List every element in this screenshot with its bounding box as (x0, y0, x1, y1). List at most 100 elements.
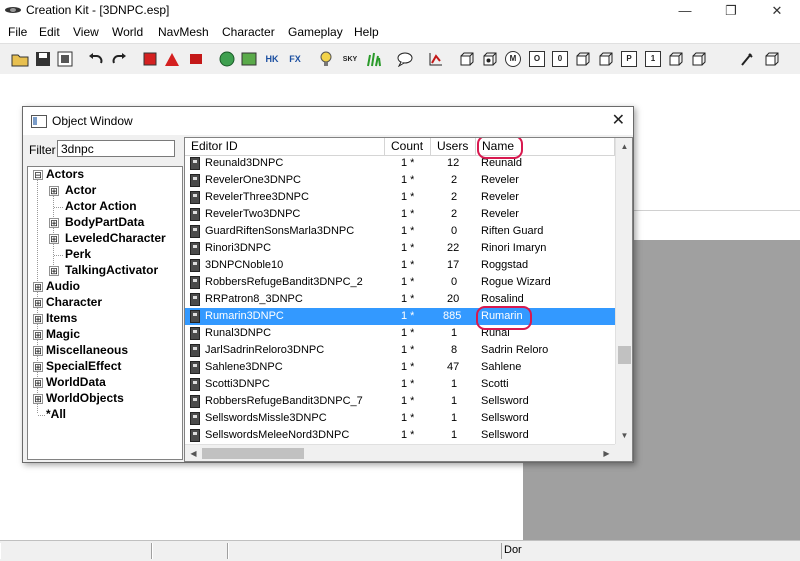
tree-item-worlddata[interactable]: ⊞ WorldData (28, 375, 178, 391)
table-row[interactable]: RevelerThree3DNPC 1 * 2 Reveler (185, 189, 615, 206)
cube-b-icon[interactable] (480, 49, 500, 69)
m-icon[interactable]: M (503, 49, 523, 69)
tree-item-worldobjects[interactable]: ⊞ WorldObjects (28, 391, 178, 407)
expand-icon[interactable]: ⊞ (49, 186, 59, 196)
cube-d-icon[interactable] (596, 49, 616, 69)
table-row[interactable]: Reunald3DNPC 1 * 12 Reunald (185, 155, 615, 172)
expand-icon[interactable]: ⊞ (33, 282, 43, 292)
open-icon[interactable] (10, 49, 30, 69)
column-users[interactable]: Users (431, 138, 476, 155)
vertical-scroll-thumb[interactable] (618, 346, 631, 364)
havok-icon[interactable]: HK (262, 49, 282, 69)
expand-icon[interactable]: ⊞ (33, 394, 43, 404)
object-window-close-button[interactable]: ✕ (612, 110, 625, 130)
category-tree[interactable]: ⊟ Actors ⊞ Actor Actor Action ⊞ BodyPart… (27, 166, 183, 460)
table-row[interactable]: Sahlene3DNPC 1 * 47 Sahlene (185, 359, 615, 376)
table-row[interactable]: RobbersRefugeBandit3DNPC_7 1 * 1 Sellswo… (185, 393, 615, 410)
sky-icon[interactable]: SKY (340, 49, 360, 69)
cube-c-icon[interactable] (573, 49, 593, 69)
menu-gameplay[interactable]: Gameplay (288, 25, 343, 39)
minimize-button[interactable]: — (662, 0, 708, 22)
render-window-icon[interactable] (140, 49, 160, 69)
globe-icon[interactable] (217, 49, 237, 69)
column-count[interactable]: Count (385, 138, 431, 155)
tree-item-miscellaneous[interactable]: ⊞ Miscellaneous (28, 343, 178, 359)
menu-help[interactable]: Help (354, 25, 379, 39)
expand-icon[interactable]: ⊞ (49, 266, 59, 276)
tree-item-actor[interactable]: ⊞ Actor (28, 183, 178, 199)
menu-character[interactable]: Character (222, 25, 275, 39)
tree-item-all[interactable]: *All (28, 407, 178, 423)
tree-item-talkingactivator[interactable]: ⊞ TalkingActivator (28, 263, 178, 279)
table-row[interactable]: Scotti3DNPC 1 * 1 Scotti (185, 376, 615, 393)
collapse-icon[interactable]: ⊟ (33, 170, 43, 180)
object-list[interactable]: Editor ID Count Users Name Reunald3DNPC … (184, 137, 633, 462)
restore-button[interactable]: ❐ (708, 0, 754, 22)
graph-icon[interactable] (426, 49, 446, 69)
table-row-selected[interactable]: Rumarin3DNPC 1 * 885 Rumarin (185, 308, 615, 325)
expand-icon[interactable]: ⊞ (33, 314, 43, 324)
table-row[interactable]: RevelerOne3DNPC 1 * 2 Reveler (185, 172, 615, 189)
cube-a-icon[interactable] (457, 49, 477, 69)
tree-item-actors[interactable]: ⊟ Actors (28, 167, 178, 183)
menu-edit[interactable]: Edit (39, 25, 60, 39)
close-button[interactable]: ✕ (754, 0, 800, 22)
vertical-scrollbar[interactable]: ▲ ▼ (615, 138, 632, 444)
expand-icon[interactable]: ⊞ (33, 298, 43, 308)
box-one-icon[interactable]: 1 (643, 49, 663, 69)
table-row[interactable]: 3DNPCNoble10 1 * 17 Roggstad (185, 257, 615, 274)
expand-icon[interactable]: ⊞ (33, 330, 43, 340)
tree-item-perk[interactable]: Perk (28, 247, 178, 263)
p-icon[interactable]: P (619, 49, 639, 69)
table-row[interactable]: JarlSadrinReloro3DNPC 1 * 8 Sadrin Relor… (185, 342, 615, 359)
box-zero-icon[interactable]: 0 (550, 49, 570, 69)
expand-icon[interactable]: ⊞ (49, 234, 59, 244)
horizontal-scrollbar[interactable]: ◀ ▶ (185, 444, 615, 461)
tree-item-audio[interactable]: ⊞ Audio (28, 279, 178, 295)
undo-icon[interactable] (86, 49, 106, 69)
render-objects-icon[interactable] (186, 49, 206, 69)
speech-bubble-icon[interactable] (395, 49, 415, 69)
tree-item-character[interactable]: ⊞ Character (28, 295, 178, 311)
expand-icon[interactable]: ⊞ (33, 362, 43, 372)
scroll-left-icon[interactable]: ◀ (185, 445, 202, 461)
tool-icon[interactable] (737, 49, 757, 69)
table-row[interactable]: SellswordsMeleeNord3DNPC 1 * 1 Sellsword (185, 427, 615, 444)
grass-icon[interactable] (364, 49, 384, 69)
scroll-down-icon[interactable]: ▼ (616, 427, 632, 444)
cube-f-icon[interactable] (689, 49, 709, 69)
tree-item-specialeffect[interactable]: ⊞ SpecialEffect (28, 359, 178, 375)
menu-file[interactable]: File (8, 25, 27, 39)
tree-item-bodypartdata[interactable]: ⊞ BodyPartData (28, 215, 178, 231)
table-row[interactable]: Rinori3DNPC 1 * 22 Rinori Imaryn (185, 240, 615, 257)
tree-item-actor-action[interactable]: Actor Action (28, 199, 178, 215)
effects-icon[interactable]: FX (285, 49, 305, 69)
scroll-up-icon[interactable]: ▲ (616, 138, 632, 155)
filter-input[interactable] (57, 140, 175, 157)
menu-view[interactable]: View (73, 25, 99, 39)
expand-icon[interactable]: ⊞ (33, 346, 43, 356)
map-icon[interactable] (239, 49, 259, 69)
lightbulb-icon[interactable] (316, 49, 336, 69)
horizontal-scroll-thumb[interactable] (202, 448, 304, 459)
redo-icon[interactable] (109, 49, 129, 69)
render-terrain-icon[interactable] (162, 49, 182, 69)
table-row[interactable]: GuardRiftenSonsMarla3DNPC 1 * 0 Riften G… (185, 223, 615, 240)
tree-item-magic[interactable]: ⊞ Magic (28, 327, 178, 343)
scroll-right-icon[interactable]: ▶ (598, 445, 615, 461)
table-row[interactable]: RobbersRefugeBandit3DNPC_2 1 * 0 Rogue W… (185, 274, 615, 291)
tree-item-leveledcharacter[interactable]: ⊞ LeveledCharacter (28, 231, 178, 247)
menu-world[interactable]: World (112, 25, 143, 39)
cube-e-icon[interactable] (666, 49, 686, 69)
expand-icon[interactable]: ⊞ (33, 378, 43, 388)
cube-g-icon[interactable] (762, 49, 782, 69)
menu-navmesh[interactable]: NavMesh (158, 25, 209, 39)
table-row[interactable]: RevelerTwo3DNPC 1 * 2 Reveler (185, 206, 615, 223)
save-all-icon[interactable] (55, 49, 75, 69)
table-row[interactable]: Runal3DNPC 1 * 1 Runal (185, 325, 615, 342)
tree-item-items[interactable]: ⊞ Items (28, 311, 178, 327)
column-editor-id[interactable]: Editor ID (185, 138, 385, 155)
object-window-titlebar[interactable]: Object Window ✕ (23, 107, 633, 135)
save-icon[interactable] (33, 49, 53, 69)
table-row[interactable]: SellswordsMissle3DNPC 1 * 1 Sellsword (185, 410, 615, 427)
